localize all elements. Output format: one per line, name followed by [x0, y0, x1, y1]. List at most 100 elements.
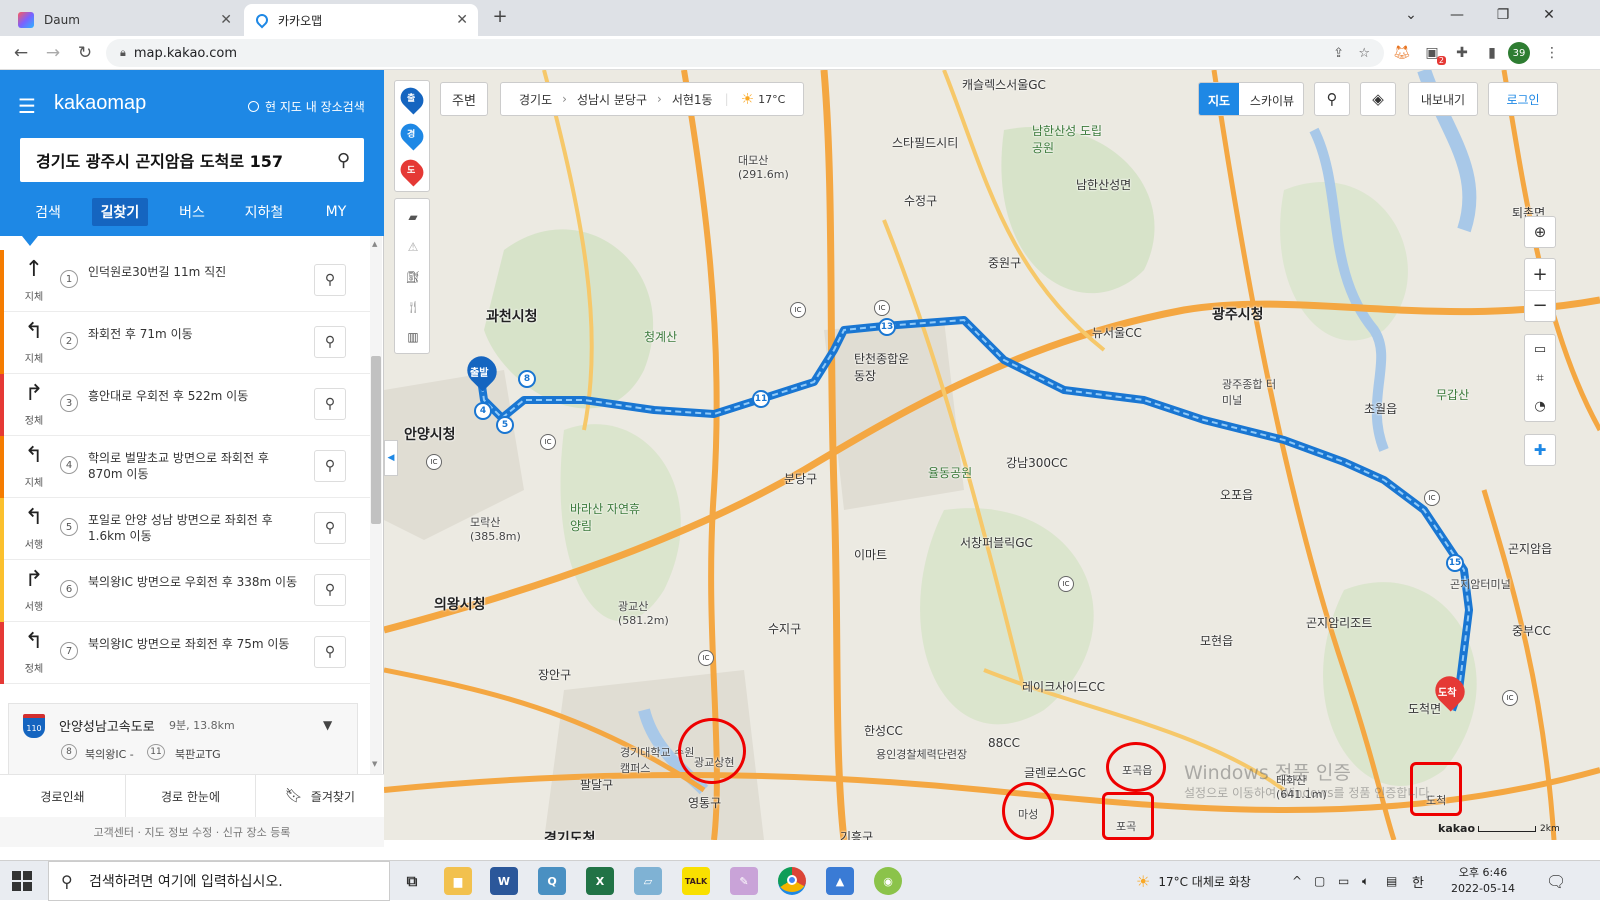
map-canvas[interactable]: 과천시청 안양시청 의왕시청 광주시청 탄천종합운동장 분당구 수지구 중원구 … [384, 70, 1600, 840]
ic-marker-icon[interactable]: IC [698, 650, 714, 666]
route-step[interactable]: ↑ 지체 1 인덕원로30번길 11m 직진 ⚲ [0, 250, 370, 312]
map-label[interactable]: 남한산성 도립공원 [1032, 122, 1112, 156]
kakaotalk-icon[interactable]: TALK [682, 867, 710, 895]
ruler-icon[interactable]: ▭ [1534, 335, 1546, 364]
route-step[interactable]: ↰ 서행 5 포일로 안양 성남 방면으로 좌회전 후 1.6km 이동 ⚲ [0, 498, 370, 560]
map-label[interactable]: 서창퍼블릭GC [960, 534, 1033, 551]
route-waypoint-marker[interactable]: 13 [878, 318, 896, 336]
gas-station-icon[interactable]: ⛽︎ [399, 263, 427, 291]
map-label[interactable]: 이마트 [854, 546, 887, 563]
new-tab-button[interactable]: + [488, 6, 512, 30]
restaurant-icon[interactable]: 🍴︎ [399, 293, 427, 321]
tray-overflow-icon[interactable]: ^ [1292, 861, 1302, 901]
map-label[interactable]: 경기도청 [544, 828, 596, 840]
reload-icon[interactable]: ↻ [72, 40, 98, 66]
breadcrumb-item[interactable]: 성남시 분당구 [577, 91, 647, 108]
map-label[interactable]: 광주시청 [1212, 304, 1264, 324]
tab-directions[interactable]: 길찾기 [92, 198, 148, 226]
map-label[interactable]: 레이크사이드CC [1022, 678, 1105, 695]
map-label[interactable]: 광주종합 터미널 [1222, 376, 1282, 408]
zoom-out-icon[interactable]: − [1524, 289, 1556, 321]
ic-marker-icon[interactable]: IC [426, 454, 442, 470]
task-view-icon[interactable]: ⧉ [398, 867, 426, 895]
layers-icon[interactable]: ◈ [1360, 82, 1396, 116]
map-label[interactable]: 중부CC [1512, 622, 1551, 639]
map-label[interactable]: 곤지암읍 [1508, 540, 1552, 557]
ic-marker-icon[interactable]: IC [540, 434, 556, 450]
map-type-skyview[interactable]: 스카이뷰 [1239, 83, 1303, 115]
traffic-light-icon[interactable]: ▥ [399, 323, 427, 351]
route-waypoint-marker[interactable]: 8 [518, 370, 536, 388]
map-label[interactable]: 88CC [988, 736, 1020, 750]
map-label[interactable]: 수정구 [904, 192, 937, 209]
my-location-icon[interactable]: ⊕ [1524, 216, 1556, 248]
location-pin-icon[interactable]: ⚲ [1314, 82, 1350, 116]
map-label[interactable]: 광교산 (581.2m) [618, 598, 678, 627]
map-label[interactable]: 도척면 [1408, 700, 1441, 717]
map-label[interactable]: 모락산 (385.8m) [470, 514, 530, 543]
route-waypoint-marker[interactable]: 5 [496, 416, 514, 434]
forward-icon[interactable]: → [40, 40, 66, 66]
scrollbar-track[interactable]: ▲ ▼ [370, 236, 382, 774]
app-icon[interactable]: ▱ [634, 867, 662, 895]
highway-segment[interactable]: 110 안양성남고속도로 9분, 13.8km ▼ 8 북의왕IC - 11 북… [8, 703, 358, 774]
map-label[interactable]: 곤지암리조트 [1306, 614, 1372, 631]
address-bar[interactable]: 🔒︎ map.kakao.com ⇪ ☆ [106, 39, 1384, 67]
collapse-panel-button[interactable]: ◀ [384, 440, 398, 476]
map-label[interactable]: 팔달구 [580, 776, 613, 793]
minimize-button[interactable]: — [1434, 0, 1480, 30]
map-label[interactable]: 장안구 [538, 666, 571, 683]
roadview-icon[interactable]: ⚲ [314, 450, 346, 482]
map-label[interactable]: 글렌로스GC [1024, 764, 1086, 781]
radius-icon[interactable]: ◔ [1534, 392, 1545, 421]
map-label[interactable]: 용인경찰체력단련장 [876, 746, 967, 762]
route-waypoint-marker[interactable]: 11 [752, 390, 770, 408]
profile-avatar[interactable]: 39 [1508, 42, 1530, 64]
print-route-button[interactable]: 경로인쇄 [0, 775, 126, 817]
map-label[interactable]: 뉴서울CC [1092, 324, 1142, 341]
map-label[interactable]: 대모산 (291.6m) [738, 152, 798, 181]
cctv-icon[interactable]: ▰ [399, 203, 427, 231]
route-step[interactable]: ↱ 정체 3 흥안대로 우회전 후 522m 이동 ⚲ [0, 374, 370, 436]
map-label[interactable]: 곤지암터미널 [1450, 576, 1511, 592]
map-label[interactable]: 율동공원 [928, 464, 972, 481]
map-label[interactable]: 안양시청 [404, 424, 456, 444]
share-icon[interactable]: ⇪ [1333, 46, 1344, 61]
metamask-extension-icon[interactable]: 🦊︎ [1392, 43, 1412, 63]
file-explorer-icon[interactable]: ▆ [444, 867, 472, 895]
kakaomap-logo[interactable]: kakaomap [54, 92, 146, 115]
paint-icon[interactable]: ✎ [730, 867, 758, 895]
volume-icon[interactable]: 🔈︎ [1362, 861, 1369, 901]
map-label[interactable]: 분당구 [784, 470, 817, 487]
search-input[interactable]: 경기도 광주시 곤지암읍 도척로 157 ⚲ [20, 138, 364, 182]
close-window-button[interactable]: ✕ [1526, 0, 1572, 30]
app-icon[interactable]: Q [538, 867, 566, 895]
route-waypoint-marker[interactable]: 15 [1446, 554, 1464, 572]
notification-center-icon[interactable]: ▤ [1386, 861, 1397, 901]
tab-search[interactable]: 검색 [24, 198, 72, 226]
network-icon[interactable]: ▭ [1338, 861, 1349, 901]
search-icon[interactable]: ⚲ [337, 150, 350, 171]
ic-marker-icon[interactable]: IC [1502, 690, 1518, 706]
favorite-button[interactable]: 🔖︎ 즐겨찾기 [256, 775, 384, 817]
roadview-icon[interactable]: ⚲ [314, 388, 346, 420]
chevron-down-icon[interactable]: ▼ [323, 718, 332, 732]
photos-icon[interactable]: ▲ [826, 867, 854, 895]
hamburger-menu-icon[interactable]: ☰ [18, 94, 36, 118]
map-label[interactable]: 한성CC [864, 722, 903, 739]
clock[interactable]: 오후 6:46 2022-05-14 [1440, 865, 1526, 897]
zoom-in-icon[interactable]: + [1532, 259, 1547, 290]
ime-indicator[interactable]: 한 [1412, 861, 1424, 901]
close-icon[interactable]: ✕ [220, 12, 232, 28]
map-label[interactable]: 모현읍 [1200, 632, 1233, 649]
tray-app-icon[interactable]: ▢ [1314, 861, 1325, 901]
warning-icon[interactable]: ⚠ [399, 233, 427, 261]
side-panel-icon[interactable]: ▮ [1482, 43, 1502, 63]
route-step[interactable]: ↰ 지체 4 학의로 벌말초교 방면으로 좌회전 후 870m 이동 ⚲ [0, 436, 370, 498]
route-step[interactable]: ↰ 지체 2 좌회전 후 71m 이동 ⚲ [0, 312, 370, 374]
scroll-up-icon[interactable]: ▲ [372, 240, 377, 248]
chrome-icon[interactable] [778, 867, 806, 895]
tab-daum[interactable]: Daum ✕ [8, 4, 242, 36]
login-button[interactable]: 로그인 [1488, 82, 1558, 116]
bookmark-star-icon[interactable]: ☆ [1358, 46, 1370, 61]
